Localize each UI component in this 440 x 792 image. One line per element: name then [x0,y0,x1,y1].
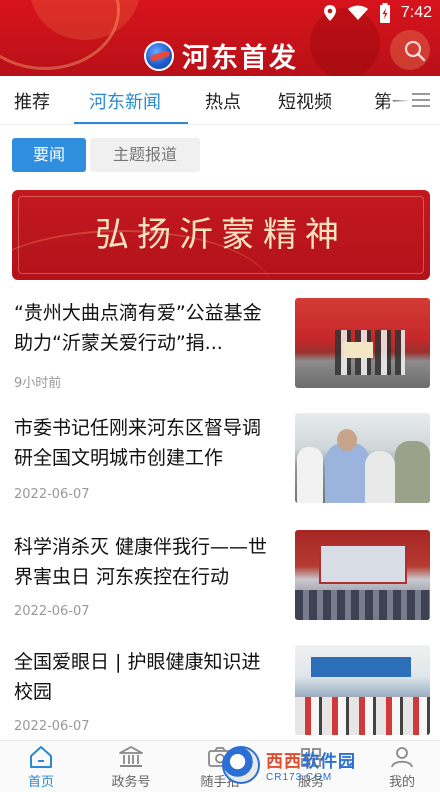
news-time: 9小时前 [14,376,62,391]
news-date: 2022-06-07 [14,487,90,502]
battery-charging-icon [379,3,391,23]
news-date: 2022-06-07 [14,604,90,619]
tab-hedong-news[interactable]: 河东新闻 [89,88,161,114]
promo-banner[interactable]: 弘扬沂蒙精神 [12,190,430,280]
home-icon [11,745,71,769]
watermark-name-part1: 西西 [266,752,302,772]
subtab-headlines[interactable]: 要闻 [12,138,86,172]
nav-label: 政务号 [111,775,151,790]
news-title: 科学消杀灭 健康伴我行——世界害虫日 河东疾控在行动 [14,536,268,588]
app-name: 河东首发 [182,43,298,74]
tab-hot[interactable]: 热点 [205,88,241,114]
news-item[interactable]: 市委书记任刚来河东区督导调研全国文明城市创建工作 2022-06-07 [0,405,440,519]
watermark-url: CR173.COM [266,772,333,783]
news-thumbnail [295,413,430,503]
news-title: “贵州大曲点滴有爱”公益基金助力“沂蒙关爱行动”捐... [14,302,262,354]
government-building-icon [101,745,161,769]
news-thumbnail [295,530,430,620]
news-title: 市委书记任刚来河东区督导调研全国文明城市创建工作 [14,417,262,469]
news-title: 全国爱眼日 | 护眼健康知识进校园 [14,651,261,703]
news-item[interactable]: “贵州大曲点滴有爱”公益基金助力“沂蒙关爱行动”捐... 9小时前 [0,290,440,404]
news-item[interactable]: 全国爱眼日 | 护眼健康知识进校园 2022-06-07 [0,635,440,749]
banner-text: 弘扬沂蒙精神 [95,215,347,255]
nav-home[interactable]: 首页 [11,745,71,790]
app-logo: 河东首发 [144,36,298,75]
nav-label: 首页 [27,775,54,790]
site-watermark: 西西软件园 CR173.COM [222,742,432,788]
news-thumbnail [295,645,430,735]
tab-recommend[interactable]: 推荐 [14,88,50,114]
menu-icon[interactable] [410,91,432,113]
wifi-icon [347,5,369,21]
subtab-topic-reports[interactable]: 主题报道 [90,138,200,172]
watermark-logo-icon [222,746,260,784]
news-item[interactable]: 科学消杀灭 健康伴我行——世界害虫日 河东疾控在行动 2022-06-07 [0,520,440,634]
app-logo-icon [144,40,174,71]
news-date: 2022-06-07 [14,719,90,734]
status-time: 7:42 [400,4,432,21]
watermark-name-part2: 软件园 [302,752,356,772]
location-icon [323,4,337,22]
search-icon[interactable] [404,40,426,66]
status-bar: 7:42 [0,0,440,24]
news-thumbnail [295,298,430,388]
channel-tabs: 推荐 河东新闻 热点 短视频 第一 [0,76,440,124]
app-header: 7:42 河东首发 [0,0,440,76]
nav-government[interactable]: 政务号 [101,745,161,790]
tab-short-video[interactable]: 短视频 [278,88,332,114]
